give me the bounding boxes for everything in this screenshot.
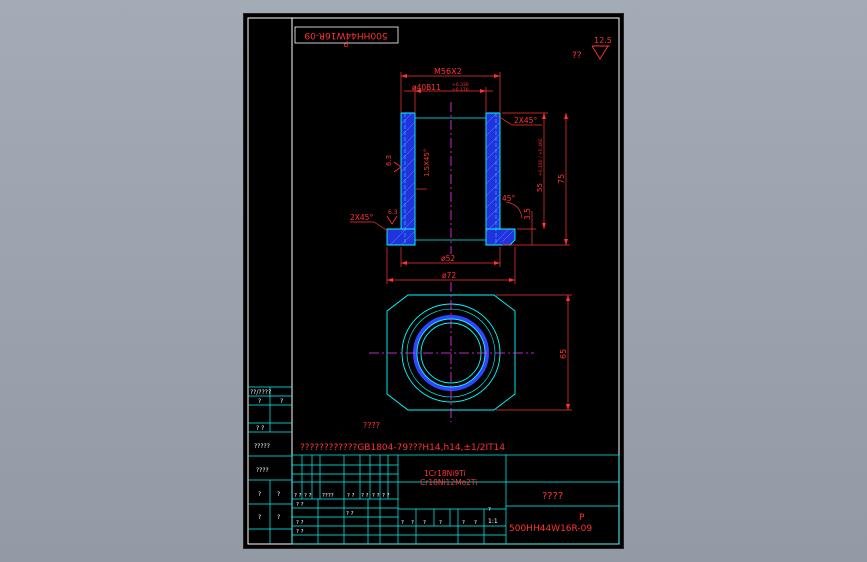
stage-label-7: ? xyxy=(488,507,491,513)
plan-view xyxy=(369,282,534,422)
roughness-default-mark: ?? 12.5 xyxy=(572,36,612,61)
stage-label-3: ? xyxy=(423,520,426,526)
right-flange-section xyxy=(485,228,516,246)
left-row-g: ? xyxy=(258,514,261,521)
left-row-f: ? xyxy=(258,491,261,498)
rotated-drawing-number: 500HH44W16R-09 xyxy=(304,30,387,40)
rotated-drawing-suffix: P xyxy=(343,39,348,48)
code-prefix: P xyxy=(579,513,585,523)
material-primary: 1Cr18Ni9Ti xyxy=(424,469,466,478)
bottom-chamfer-label: 2X45° xyxy=(350,213,373,222)
bore-dim-label: ø40B11 xyxy=(412,83,441,92)
section-view xyxy=(386,102,516,254)
left-column-grid xyxy=(248,386,292,544)
tech-req-title: ???? xyxy=(363,421,380,430)
part-name: ???? xyxy=(542,491,563,502)
side-roughness-icon xyxy=(393,161,402,173)
stage-label-4: ? xyxy=(439,520,442,526)
approval-label-4: ? ? xyxy=(346,511,354,517)
left-row-c: ? ? xyxy=(256,425,264,432)
plan-height-dim: 65 xyxy=(559,349,568,359)
drawing-number: 500HH44W16R-09 xyxy=(509,524,592,534)
bore-tol-lower: +0.170 xyxy=(452,87,469,93)
grid-label-5: ? ? xyxy=(361,493,369,499)
inner-roughness-icon xyxy=(386,215,398,225)
side-roughness-marks: 6.3 6.3 xyxy=(385,155,402,225)
inner-chamfer-label: 1.5X45° xyxy=(423,149,431,177)
drawing-sheet: 500HH44W16R-09 P ?? 12.5 M56X2 ø40B11 +0… xyxy=(243,13,624,549)
flange-outer-dia-label: ø72 xyxy=(442,271,456,280)
approval-label-3: ? ? xyxy=(296,529,304,535)
grid-label-3: ???? xyxy=(322,493,334,499)
roughness-triangle-icon xyxy=(591,45,609,60)
thread-dim-label: M56X2 xyxy=(434,67,462,76)
grid-label-7: ? ? xyxy=(382,493,390,499)
left-row-b: ? xyxy=(258,398,261,405)
stage-label-6: ? xyxy=(474,520,477,526)
side-roughness-value: 6.3 xyxy=(385,155,393,166)
inner-roughness-value: 6.3 xyxy=(388,209,398,216)
left-row-d: ????? xyxy=(254,443,270,450)
roughness-default-text: ?? xyxy=(572,51,582,61)
stage-label-1: ? xyxy=(401,520,404,526)
rotated-number-box: 500HH44W16R-09 P xyxy=(294,26,399,48)
grid-label-4: ? ? xyxy=(347,493,355,499)
section-dimensions xyxy=(350,72,570,284)
grid-label-2: ? ? xyxy=(304,493,312,499)
left-row-g2: ? xyxy=(277,514,280,521)
stage-label-2: ? xyxy=(411,520,414,526)
step-dim-label: 3.5 xyxy=(523,208,532,220)
approval-label-1: ? ? xyxy=(296,502,304,508)
left-row-a: ??/???? xyxy=(250,389,271,396)
cad-drawing: 500HH44W16R-09 P ?? 12.5 M56X2 ø40B11 +0… xyxy=(247,17,620,545)
roughness-value: 12.5 xyxy=(594,36,612,45)
scale-value: 1:1 xyxy=(488,518,498,525)
left-row-f2: ? xyxy=(277,491,280,498)
flange-inner-dia-label: ø52 xyxy=(441,254,455,263)
left-row-b2: ? xyxy=(280,398,283,405)
material-secondary: Cr18Ni12Mo2Ti xyxy=(420,478,477,487)
left-row-e: ???? xyxy=(256,467,269,474)
tech-req-text: ????????????GB1804-79???H14,h14,±1/2IT14 xyxy=(300,443,505,453)
left-flange-section xyxy=(386,228,416,246)
grid-label-6: ? ? xyxy=(372,493,380,499)
angle-label: 45° xyxy=(502,194,516,203)
stage-label-5: ? xyxy=(462,520,465,526)
length-tol-detail: +0.190 / +0.460 xyxy=(538,138,544,176)
length-tol-label: 55 xyxy=(536,183,544,192)
grid-label-1: ? ? xyxy=(294,493,302,499)
top-chamfer-label: 2X45° xyxy=(514,116,537,125)
approval-label-2: ? ? xyxy=(296,520,304,526)
total-length-label: 75 xyxy=(557,174,566,184)
